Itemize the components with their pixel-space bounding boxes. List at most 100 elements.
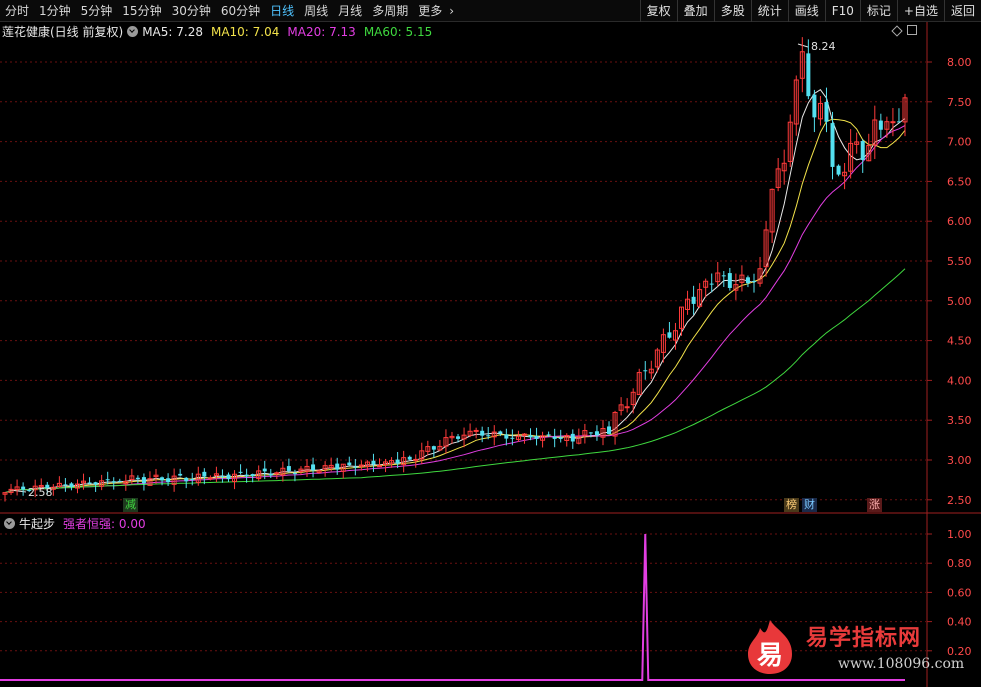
candle-body bbox=[691, 296, 696, 304]
price-tick-label: 4.00 bbox=[947, 374, 972, 387]
candle-body bbox=[431, 446, 436, 450]
candle-body bbox=[473, 429, 479, 432]
price-tick-label: 5.50 bbox=[947, 255, 972, 268]
stock-title[interactable]: 莲花健康(日线 前复权) bbox=[0, 23, 123, 40]
toolbar-button-7[interactable]: +自选 bbox=[896, 0, 944, 22]
indicator-name[interactable]: 牛起步 bbox=[19, 515, 55, 532]
candle-body bbox=[534, 435, 539, 439]
candle-body bbox=[268, 473, 273, 476]
period-tab-7[interactable]: 周线 bbox=[299, 0, 333, 22]
candle-body bbox=[286, 466, 291, 471]
candle-body bbox=[166, 478, 171, 483]
ma-settings-icon[interactable] bbox=[127, 26, 139, 37]
indicator-tick-label: 1.00 bbox=[947, 528, 972, 541]
price-axis: 8.00 7.50 7.00 6.50 6.00 5.50 5.00 4.50 4.00 3.50… bbox=[927, 56, 972, 507]
candle-body bbox=[624, 406, 630, 409]
candle-body bbox=[498, 431, 503, 434]
price-tick-label: 3.50 bbox=[947, 414, 972, 427]
window-icon[interactable] bbox=[907, 25, 917, 35]
ma20-label: MA20: 7.13 bbox=[287, 24, 356, 39]
marker-bang[interactable]: 榜 bbox=[784, 498, 799, 512]
ma-line-20 bbox=[4, 125, 906, 494]
period-tabs: 分时 1分钟 5分钟 15分钟 30分钟 60分钟 日线 周线 月线 多周期 更多 › bbox=[0, 0, 456, 22]
candle-body bbox=[87, 482, 92, 484]
candle-body bbox=[570, 433, 575, 442]
kline-chart[interactable]: 8.00 7.50 7.00 6.50 6.00 5.50 5.00 4.50 4.00 3.50… bbox=[0, 0, 981, 687]
candle-body bbox=[727, 273, 732, 288]
peak-price-label: 8.24 bbox=[811, 40, 836, 53]
marker-jian[interactable]: 减 bbox=[123, 498, 138, 512]
marker-cai[interactable]: 财 bbox=[802, 498, 817, 512]
price-tick-label: 6.00 bbox=[947, 215, 972, 228]
candle-body bbox=[250, 474, 255, 477]
period-tab-2[interactable]: 5分钟 bbox=[76, 0, 118, 22]
candle-body bbox=[69, 483, 74, 487]
candle-body bbox=[812, 94, 817, 118]
period-tab-5[interactable]: 60分钟 bbox=[216, 0, 265, 22]
toolbar-button-0[interactable]: 复权 bbox=[639, 0, 677, 22]
watermark-url: www.108096.com bbox=[838, 656, 965, 672]
candle-body bbox=[160, 477, 165, 481]
price-tick-label: 7.00 bbox=[947, 136, 972, 149]
candle-body bbox=[311, 464, 316, 471]
candle-body bbox=[292, 473, 297, 475]
candle-body bbox=[546, 434, 551, 436]
period-tab-10[interactable]: 更多 bbox=[413, 0, 447, 22]
toolbar-button-8[interactable]: 返回 bbox=[943, 0, 981, 22]
toolbar-button-6[interactable]: 标记 bbox=[859, 0, 897, 22]
candle-body bbox=[486, 435, 491, 437]
chart-grid bbox=[0, 22, 981, 687]
candle-body bbox=[890, 121, 896, 124]
toolbar-button-3[interactable]: 统计 bbox=[750, 0, 788, 22]
candle-body bbox=[141, 477, 146, 484]
candlesticks bbox=[2, 37, 908, 502]
more-arrow-icon[interactable]: › bbox=[447, 0, 456, 22]
candle-body bbox=[504, 434, 509, 439]
toolbar-button-5[interactable]: F10 bbox=[824, 0, 860, 22]
indicator-tick-label: 0.60 bbox=[947, 586, 972, 599]
toolbar-button-4[interactable]: 画线 bbox=[787, 0, 825, 22]
period-tab-3[interactable]: 15分钟 bbox=[117, 0, 166, 22]
period-tab-1[interactable]: 1分钟 bbox=[34, 0, 76, 22]
logo-char: 易 bbox=[757, 641, 783, 671]
candle-body bbox=[588, 432, 593, 434]
marker-zhang[interactable]: 涨 bbox=[867, 498, 882, 512]
candle-body bbox=[190, 479, 195, 481]
period-tab-8[interactable]: 月线 bbox=[333, 0, 367, 22]
candle-body bbox=[721, 275, 726, 277]
main-chart-header: 莲花健康(日线 前复权) MA5: 7.28 MA10: 7.04 MA20: … bbox=[0, 23, 440, 40]
price-tick-label: 3.00 bbox=[947, 454, 972, 467]
candle-body bbox=[178, 473, 183, 476]
candle-body bbox=[745, 277, 750, 284]
low-price-label: 2.58 bbox=[28, 486, 53, 499]
candle-body bbox=[371, 460, 376, 465]
indicator-settings-icon[interactable] bbox=[4, 517, 15, 529]
candle-body bbox=[335, 463, 340, 470]
candle-body bbox=[830, 123, 835, 167]
price-tick-label: 2.50 bbox=[947, 494, 972, 507]
indicator-header: 牛起步 强者恒强: 0.00 bbox=[0, 515, 146, 531]
candle-body bbox=[607, 426, 612, 434]
candle-body bbox=[238, 471, 243, 473]
ma5-label: MA5: 7.28 bbox=[142, 24, 203, 39]
watermark-brand: 易学指标网 bbox=[806, 626, 922, 651]
toolbar-button-2[interactable]: 多股 bbox=[713, 0, 751, 22]
diamond-icon[interactable] bbox=[891, 24, 903, 37]
candle-body bbox=[407, 456, 412, 460]
candle-body bbox=[244, 474, 249, 477]
chart-corner-icons bbox=[891, 24, 917, 37]
candle-body bbox=[510, 437, 515, 439]
candle-body bbox=[220, 476, 225, 478]
candle-body bbox=[528, 435, 533, 438]
ma-line-10 bbox=[4, 118, 906, 494]
candle-body bbox=[376, 465, 382, 468]
period-tab-9[interactable]: 多周期 bbox=[367, 0, 413, 22]
period-tab-6[interactable]: 日线 bbox=[265, 0, 299, 22]
period-tab-0[interactable]: 分时 bbox=[0, 0, 34, 22]
price-tick-label: 6.50 bbox=[947, 175, 972, 188]
candle-body bbox=[274, 472, 280, 475]
candle-body bbox=[480, 430, 485, 436]
price-tick-label: 5.00 bbox=[947, 295, 972, 308]
period-tab-4[interactable]: 30分钟 bbox=[167, 0, 216, 22]
toolbar-button-1[interactable]: 叠加 bbox=[676, 0, 714, 22]
